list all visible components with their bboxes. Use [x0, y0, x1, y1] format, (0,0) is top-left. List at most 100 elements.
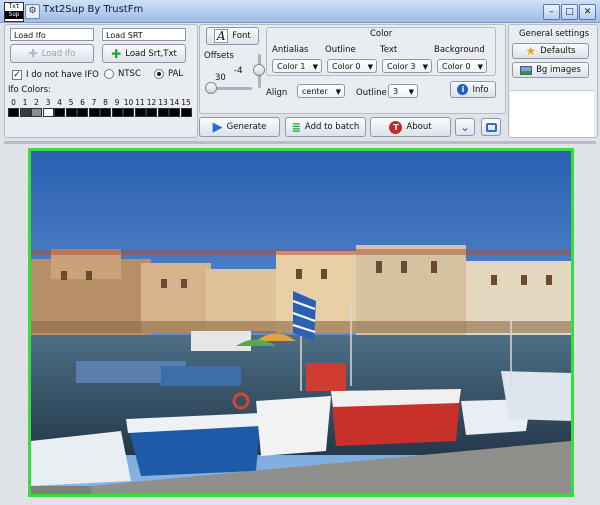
- outline-color-label: Outline: [325, 45, 356, 55]
- text-color-label: Text: [380, 45, 398, 55]
- offset-y-slider-handle[interactable]: [253, 64, 265, 76]
- chevron-down-icon: ▼: [312, 63, 318, 71]
- antialias-label: Antialias: [272, 45, 309, 55]
- image-icon: [520, 65, 533, 75]
- outline-width-label: Outline: [356, 88, 387, 98]
- color-index-0: 0: [11, 98, 16, 107]
- color-index-4: 4: [57, 98, 62, 107]
- color-index-10: 10: [123, 98, 134, 107]
- align-value: center: [302, 87, 328, 96]
- color-swatch-10[interactable]: [123, 108, 134, 117]
- app-logo: Txt Sup: [4, 2, 24, 22]
- align-select[interactable]: center ▼: [297, 84, 345, 98]
- pal-label: PAL: [168, 69, 184, 79]
- about-label: About: [406, 122, 432, 132]
- generate-label: Generate: [226, 122, 267, 132]
- star-icon: ★: [525, 44, 537, 58]
- color-swatch-7[interactable]: [88, 108, 100, 117]
- color-swatch-8[interactable]: [100, 108, 111, 117]
- play-icon: ▶: [212, 119, 223, 135]
- srt-path-input[interactable]: Load SRT: [102, 28, 186, 41]
- no-ifo-label: I do not have IFO: [26, 70, 99, 80]
- antialias-select[interactable]: Color 1 ▼: [272, 59, 322, 73]
- load-srt-button[interactable]: ✚ Load Srt,Txt: [102, 44, 186, 63]
- color-swatch-12[interactable]: [146, 108, 157, 117]
- text-color-value: Color 3: [387, 62, 416, 71]
- chevron-down-icon: ▼: [408, 88, 414, 96]
- load-ifo-button[interactable]: ✚ Load Ifo: [10, 44, 94, 63]
- color-swatch-4[interactable]: [54, 108, 65, 117]
- add-to-batch-button[interactable]: ≣ Add to batch: [285, 117, 366, 137]
- color-index-8: 8: [103, 98, 108, 107]
- splitter[interactable]: [4, 141, 596, 144]
- batch-icon: ≣: [291, 120, 301, 134]
- color-index-1: 1: [22, 98, 28, 107]
- preview-thumbnail-area: [510, 90, 594, 137]
- color-group-title: Color: [370, 29, 393, 39]
- background-color-value: Color 0: [442, 62, 471, 71]
- color-swatch-14[interactable]: [169, 108, 180, 117]
- harbor-photo: [31, 151, 571, 494]
- defaults-button[interactable]: ★ Defaults: [512, 43, 589, 59]
- color-swatch-1[interactable]: [19, 108, 31, 117]
- color-swatch-5[interactable]: [65, 108, 77, 117]
- plus-icon: ✚: [28, 47, 38, 60]
- plus-icon: ✚: [111, 46, 122, 61]
- color-index-9: 9: [114, 98, 120, 107]
- offset-x-slider-handle[interactable]: [205, 82, 217, 94]
- load-ifo-label: Load Ifo: [41, 48, 76, 59]
- ifo-path-input[interactable]: Load Ifo: [10, 28, 94, 41]
- color-swatch-3[interactable]: [42, 108, 54, 117]
- color-swatch-6[interactable]: [77, 108, 88, 117]
- background-color-label: Background: [434, 45, 485, 55]
- no-ifo-checkbox[interactable]: ✓: [12, 70, 22, 80]
- color-index-13: 13: [158, 98, 168, 107]
- window-title: Txt2Sup By TrustFm: [43, 4, 144, 15]
- color-index-7: 7: [91, 98, 97, 107]
- fullscreen-button[interactable]: [481, 118, 501, 136]
- color-index-3: 3: [45, 98, 51, 107]
- about-button[interactable]: T About: [370, 117, 451, 137]
- window-menu-icon[interactable]: ⚙: [25, 4, 40, 19]
- bg-images-button[interactable]: Bg images: [512, 62, 589, 78]
- color-swatch-15[interactable]: [180, 108, 192, 117]
- outline-width-select[interactable]: 3 ▼: [388, 84, 418, 98]
- color-swatch-11[interactable]: [134, 108, 146, 117]
- logo-text-bottom: Sup: [5, 11, 23, 19]
- offset-y-value: -4: [234, 66, 243, 76]
- pal-radio[interactable]: [154, 69, 164, 79]
- color-swatch-13[interactable]: [157, 108, 169, 117]
- chevron-down-icon: ▼: [335, 88, 341, 96]
- color-index-6: 6: [80, 98, 85, 107]
- ntsc-label: NTSC: [118, 69, 141, 79]
- color-index-15: 15: [181, 98, 191, 107]
- ntsc-radio[interactable]: [104, 69, 114, 79]
- generate-button[interactable]: ▶ Generate: [199, 117, 280, 137]
- background-color-select[interactable]: Color 0 ▼: [437, 59, 487, 73]
- text-color-select[interactable]: Color 3 ▼: [382, 59, 432, 73]
- color-index-14: 14: [169, 98, 180, 107]
- defaults-label: Defaults: [540, 46, 576, 56]
- general-settings-title: General settings: [519, 29, 590, 39]
- color-swatch-9[interactable]: [111, 108, 123, 117]
- outline-color-select[interactable]: Color 0 ▼: [327, 59, 377, 73]
- offset-x-value: 30: [215, 73, 226, 83]
- chevron-down-icon: ▼: [367, 63, 373, 71]
- minimize-button[interactable]: –: [543, 4, 560, 20]
- color-swatch-0[interactable]: [8, 108, 19, 117]
- offsets-label: Offsets: [204, 51, 234, 61]
- chevron-down-icon: ▼: [477, 63, 483, 71]
- info-button[interactable]: i Info: [450, 81, 496, 98]
- color-swatch-2[interactable]: [31, 108, 42, 117]
- fullscreen-icon: [485, 122, 497, 132]
- info-label: Info: [472, 84, 489, 95]
- close-button[interactable]: ✕: [579, 4, 596, 20]
- expand-down-button[interactable]: ⌄: [455, 118, 475, 136]
- maximize-button[interactable]: □: [561, 4, 578, 20]
- color-index-5: 5: [68, 98, 74, 107]
- font-label: Font: [232, 31, 251, 41]
- logo-text-top: Txt: [8, 3, 20, 10]
- info-icon: i: [457, 84, 469, 95]
- align-label: Align: [266, 88, 288, 98]
- font-button[interactable]: A Font: [206, 27, 259, 45]
